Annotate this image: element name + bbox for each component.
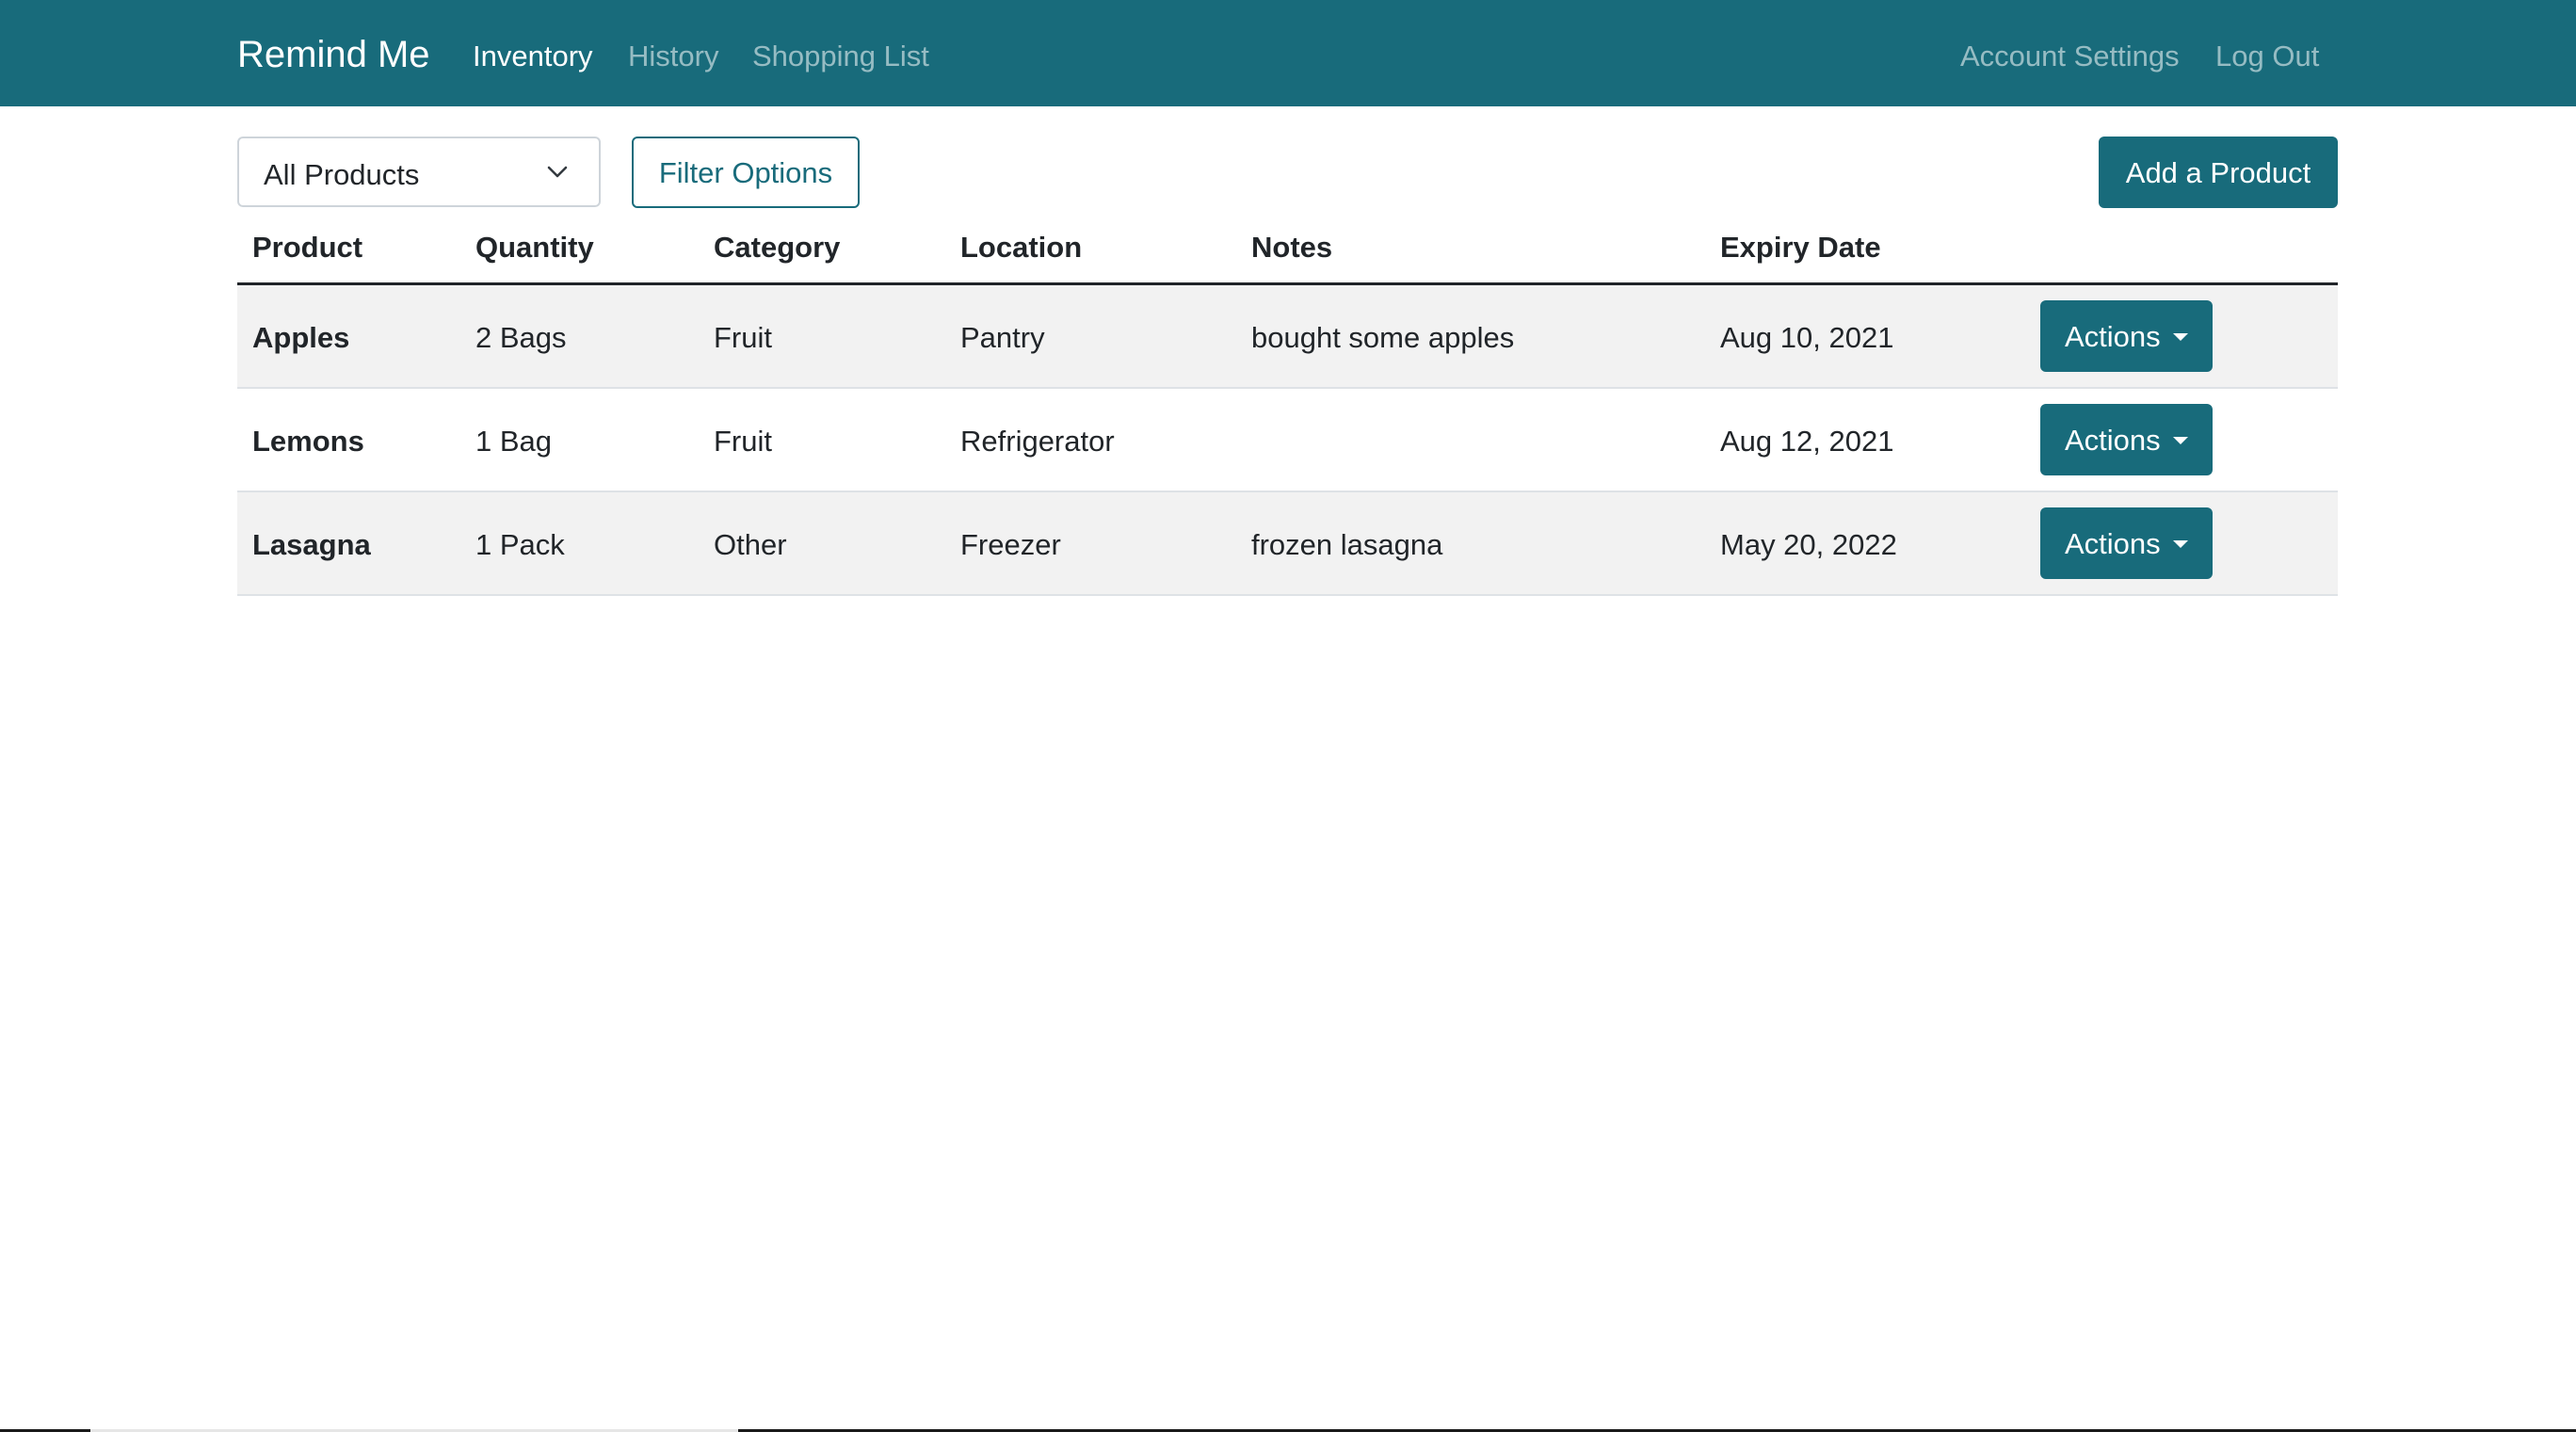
cell-notes: frozen lasagna bbox=[1251, 528, 1443, 561]
cell-notes: bought some apples bbox=[1251, 321, 1515, 354]
cell-category: Fruit bbox=[714, 425, 772, 458]
caret-down-icon bbox=[2173, 540, 2188, 548]
cell-location: Refrigerator bbox=[960, 425, 1115, 458]
cell-category: Other bbox=[714, 528, 787, 561]
nav-inventory[interactable]: Inventory bbox=[473, 0, 593, 106]
column-header-notes: Notes bbox=[1251, 231, 1333, 264]
actions-label: Actions bbox=[2065, 320, 2161, 353]
cell-product: Apples bbox=[252, 321, 350, 354]
chevron-down-icon bbox=[547, 166, 568, 178]
column-header-product: Product bbox=[252, 231, 363, 264]
cell-expiry-date: Aug 10, 2021 bbox=[1720, 321, 1894, 354]
nav-log-out[interactable]: Log Out bbox=[2215, 0, 2319, 106]
table-row: Lemons 1 Bag Fruit Refrigerator Aug 12, … bbox=[237, 389, 2338, 492]
table-row: Lasagna 1 Pack Other Freezer frozen lasa… bbox=[237, 492, 2338, 596]
column-header-quantity: Quantity bbox=[475, 231, 594, 264]
brand-link[interactable]: Remind Me bbox=[237, 0, 430, 106]
column-header-expiry-date: Expiry Date bbox=[1720, 231, 1881, 264]
cell-location: Pantry bbox=[960, 321, 1045, 354]
actions-dropdown-button[interactable]: Actions bbox=[2040, 404, 2213, 475]
nav-account-settings[interactable]: Account Settings bbox=[1960, 0, 2180, 106]
cell-quantity: 1 Pack bbox=[475, 528, 565, 561]
nav-history[interactable]: History bbox=[628, 0, 718, 106]
nav-shopping-list[interactable]: Shopping List bbox=[752, 0, 929, 106]
cell-product: Lasagna bbox=[252, 528, 371, 561]
top-navbar: Remind Me Inventory History Shopping Lis… bbox=[0, 0, 2576, 106]
column-header-location: Location bbox=[960, 231, 1083, 264]
actions-dropdown-button[interactable]: Actions bbox=[2040, 507, 2213, 579]
cell-location: Freezer bbox=[960, 528, 1061, 561]
add-product-button[interactable]: Add a Product bbox=[2099, 137, 2338, 208]
filter-options-button[interactable]: Filter Options bbox=[632, 137, 860, 208]
caret-down-icon bbox=[2173, 437, 2188, 444]
actions-label: Actions bbox=[2065, 424, 2161, 457]
cell-quantity: 2 Bags bbox=[475, 321, 567, 354]
caret-down-icon bbox=[2173, 333, 2188, 341]
cell-expiry-date: Aug 12, 2021 bbox=[1720, 425, 1894, 458]
actions-dropdown-button[interactable]: Actions bbox=[2040, 300, 2213, 372]
cell-category: Fruit bbox=[714, 321, 772, 354]
table-row: Apples 2 Bags Fruit Pantry bought some a… bbox=[237, 285, 2338, 389]
product-filter-select[interactable]: All Products bbox=[237, 137, 601, 207]
column-header-category: Category bbox=[714, 231, 841, 264]
cell-product: Lemons bbox=[252, 425, 364, 458]
actions-label: Actions bbox=[2065, 527, 2161, 560]
product-filter-value: All Products bbox=[264, 158, 420, 191]
cell-expiry-date: May 20, 2022 bbox=[1720, 528, 1897, 561]
cell-quantity: 1 Bag bbox=[475, 425, 553, 458]
